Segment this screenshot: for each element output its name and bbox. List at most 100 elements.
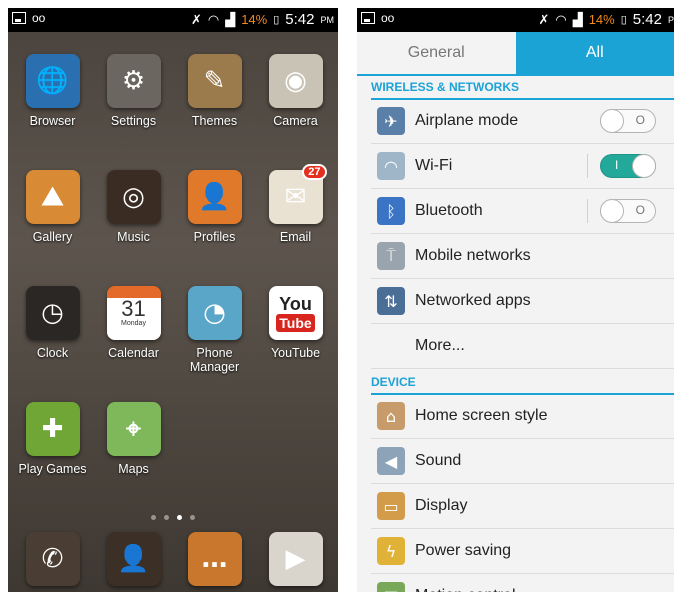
page-indicator — [8, 505, 338, 524]
contacts-icon[interactable]: 👤 — [106, 532, 161, 586]
wifi-icon: ◠ — [377, 152, 405, 180]
app-grid: 🌐 Browser ⚙ Settings ✎ Themes ◉ Camera ⛰ Gallery ◎… — [8, 54, 338, 518]
settings-item-label: Sound — [415, 452, 462, 469]
app-label: Calendar — [108, 346, 159, 360]
antenna-icon: ⍑ — [377, 242, 405, 270]
settings-item-power-saving[interactable]: ϟ Power saving — [371, 529, 674, 574]
settings-screen: oo ✗ ◠ ▟ 14% ▯ 5:42 P General All WIRELE… — [357, 8, 674, 592]
app-phone-manager[interactable]: ◔ Phone Manager — [174, 286, 255, 402]
app-label: Play Games — [18, 462, 87, 476]
clock-time: 5:42 — [285, 11, 315, 28]
settings-item-label: Power saving — [415, 542, 512, 559]
toggle-bluetooth[interactable]: O — [600, 199, 656, 223]
toggle-wi-fi[interactable]: I — [600, 154, 656, 178]
settings-item-networked-apps[interactable]: ⇅ Networked apps — [371, 279, 674, 324]
app-music[interactable]: ◎ Music — [93, 170, 174, 286]
settings-item-bluetooth[interactable]: ᛒ Bluetooth O — [371, 189, 674, 234]
page-dot-active[interactable] — [177, 515, 182, 520]
tab-general[interactable]: General — [357, 32, 516, 74]
blank-icon-slot — [377, 332, 405, 360]
map-icon: ⌖ — [106, 402, 161, 456]
toggle-knob — [632, 154, 656, 178]
toggle-knob — [600, 199, 624, 223]
voicemail-icon: oo — [381, 11, 395, 25]
app-play-games[interactable]: ✚ Play Games — [12, 402, 93, 518]
settings-item-label: Bluetooth — [415, 202, 483, 219]
battery-icon: ▯ — [620, 14, 627, 26]
battery-percent: 14% — [241, 12, 268, 27]
app-label: Maps — [118, 462, 149, 476]
motion-icon: ▣ — [377, 582, 405, 592]
screenshot-icon — [12, 12, 26, 24]
app-calendar[interactable]: 31 Monday Calendar — [93, 286, 174, 402]
toggle-mark: O — [635, 113, 645, 127]
app-label: Email — [279, 230, 312, 244]
play-store-icon[interactable]: ▶ — [268, 532, 323, 586]
battery-percent: 14% — [588, 12, 615, 27]
screenshot-icon — [361, 12, 375, 24]
mute-icon: ✗ — [190, 11, 202, 27]
toggle-knob — [600, 109, 624, 133]
settings-item-home-screen-style[interactable]: ⌂ Home screen style — [371, 394, 674, 439]
networked-apps-icon: ⇅ — [377, 287, 405, 315]
clock-time: 5:42 — [632, 11, 662, 28]
settings-item-label: Airplane mode — [415, 112, 519, 129]
monitor-icon: ▭ — [377, 492, 405, 520]
app-label: Music — [117, 230, 150, 244]
phone-icon[interactable]: ✆ — [25, 532, 80, 586]
settings-tabs: General All — [357, 32, 674, 76]
tab-all[interactable]: All — [515, 32, 674, 74]
clock-ampm-truncated: P — [667, 14, 674, 25]
row-divider — [587, 199, 588, 223]
airplane-icon: ✈ — [377, 107, 405, 135]
messages-icon[interactable]: … — [187, 532, 242, 586]
app-maps[interactable]: ⌖ Maps — [93, 402, 174, 518]
settings-item-airplane-mode[interactable]: ✈ Airplane mode O — [371, 99, 674, 144]
app-label: Browser — [29, 114, 76, 128]
app-email[interactable]: ✉ 27 Email — [255, 164, 336, 286]
person-icon: 👤 — [187, 170, 242, 224]
settings-item-label: Wi-Fi — [415, 157, 453, 174]
page-dot[interactable] — [164, 515, 169, 520]
app-label: Gallery — [32, 230, 73, 244]
app-clock[interactable]: ◷ Clock — [12, 286, 93, 402]
page-dot[interactable] — [151, 515, 156, 520]
calendar-day: 31 — [121, 296, 146, 321]
app-label: Settings — [110, 114, 157, 128]
voicemail-icon: oo — [32, 11, 46, 25]
app-label: Profiles — [193, 230, 236, 244]
app-label: Phone Manager — [189, 346, 240, 374]
app-label: YouTube — [270, 346, 321, 360]
settings-item-display[interactable]: ▭ Display — [371, 484, 674, 529]
settings-item-motion-control[interactable]: ▣ Motion control — [371, 574, 674, 592]
app-youtube[interactable]: You Tube YouTube — [255, 286, 336, 402]
home-screen: oo ✗ ◠ ▟ 14% ▯ 5:42 PM 🌐 Browser ⚙ Settings… — [8, 8, 338, 592]
toggle-airplane-mode[interactable]: O — [600, 109, 656, 133]
app-label: Clock — [36, 346, 69, 360]
home-icon: ⌂ — [377, 402, 405, 430]
status-bar: oo ✗ ◠ ▟ 14% ▯ 5:42 P — [357, 8, 674, 32]
settings-item-mobile-networks[interactable]: ⍑ Mobile networks — [371, 234, 674, 279]
globe-icon: 🌐 — [25, 54, 80, 108]
settings-item-more[interactable]: More... — [371, 324, 674, 369]
settings-item-label: Display — [415, 497, 468, 514]
pencils-icon: ✎ — [187, 54, 242, 108]
settings-item-label: Networked apps — [415, 292, 531, 309]
calendar-icon: 31 Monday — [106, 286, 161, 340]
app-profiles[interactable]: 👤 Profiles — [174, 170, 255, 286]
app-settings[interactable]: ⚙ Settings — [93, 54, 174, 170]
settings-item-sound[interactable]: ◀ Sound — [371, 439, 674, 484]
page-dot[interactable] — [190, 515, 195, 520]
settings-item-wi-fi[interactable]: ◠ Wi-Fi I — [371, 144, 674, 189]
youtube-icon: You Tube — [268, 286, 323, 340]
section-header: WIRELESS & NETWORKS — [371, 76, 674, 100]
app-gallery[interactable]: ⛰ Gallery — [12, 170, 93, 286]
wifi-icon: ◠ — [207, 11, 220, 27]
status-bar: oo ✗ ◠ ▟ 14% ▯ 5:42 PM — [8, 8, 338, 32]
app-camera[interactable]: ◉ Camera — [255, 54, 336, 170]
settings-item-label: Mobile networks — [415, 247, 531, 264]
envelope-icon: ✉ 27 — [268, 164, 327, 224]
app-browser[interactable]: 🌐 Browser — [12, 54, 93, 170]
app-themes[interactable]: ✎ Themes — [174, 54, 255, 170]
signal-icon: ▟ — [572, 11, 583, 27]
